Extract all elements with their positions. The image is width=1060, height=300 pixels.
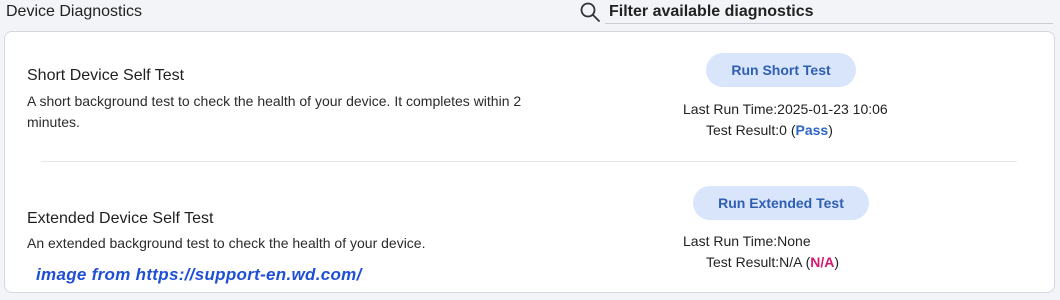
extended-test-result: Test Result:N/A (N/A) [706,254,840,270]
page-title: Device Diagnostics [6,3,143,20]
header-bar: Device Diagnostics Filter available diag… [0,0,1060,26]
last-run-value: None [777,233,811,249]
extended-test-title: Extended Device Self Test [27,210,214,227]
last-run-label: Last Run Time: [683,233,778,249]
short-test-description: A short background test to check the hea… [27,93,522,130]
short-test-result: Test Result:0 (Pass) [706,122,833,138]
last-run-label: Last Run Time: [683,101,778,117]
result-status-na: N/A [810,254,835,270]
result-label: Test Result: [706,122,780,138]
run-short-test-button[interactable]: Run Short Test [706,53,856,87]
source-watermark: image from https://support-en.wd.com/ [36,265,362,284]
filter-input-label[interactable]: Filter available diagnostics [609,3,814,21]
short-test-title: Short Device Self Test [27,67,185,84]
result-label: Test Result: [706,254,780,270]
search-icon[interactable] [579,1,601,23]
filter-search[interactable]: Filter available diagnostics [579,1,814,23]
last-run-value: 2025-01-23 10:06 [777,101,888,117]
result-status-pass: Pass [795,122,829,138]
extended-last-run: Last Run Time:None [683,233,811,249]
short-last-run: Last Run Time:2025-01-23 10:06 [683,101,888,117]
filter-underline [605,23,1053,24]
run-extended-test-button[interactable]: Run Extended Test [693,186,869,220]
result-code: N/A [779,254,802,270]
extended-test-description: An extended background test to check the… [27,235,426,251]
result-code: 0 [779,122,787,138]
diagnostics-card: Short Device Self Test A short backgroun… [4,31,1055,293]
section-divider [41,161,1017,162]
